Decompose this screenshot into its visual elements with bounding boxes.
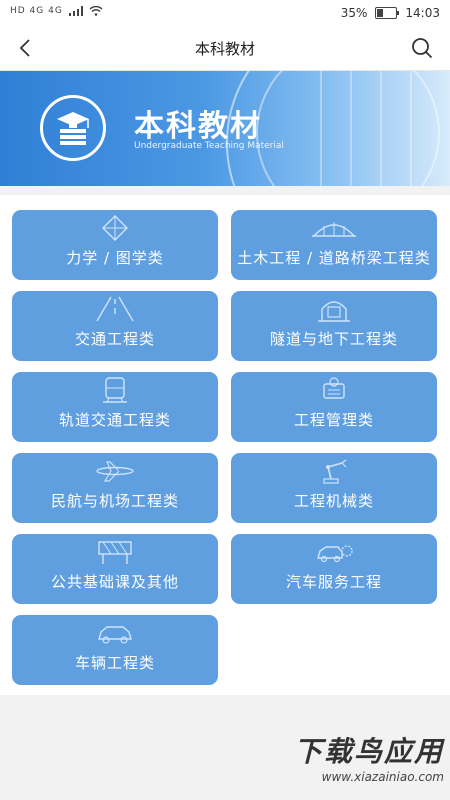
signal-indicators: HD 4G 4G — [10, 6, 103, 16]
category-tunnel-engineering[interactable]: 隧道与地下工程类 — [231, 291, 437, 361]
category-label: 土木工程 / 道路桥梁工程类 — [237, 249, 431, 267]
category-rail-transit[interactable]: 轨道交通工程类 — [12, 372, 218, 442]
signal-icon — [68, 6, 83, 16]
banner-decoration — [256, 71, 440, 186]
nav-bar: 本科教材 — [0, 26, 450, 71]
category-label: 工程管理类 — [293, 411, 374, 429]
fence-icon — [98, 541, 132, 564]
category-traffic-engineering[interactable]: 交通工程类 — [12, 291, 218, 361]
category-label: 工程机械类 — [293, 492, 374, 510]
category-grid: 力学 / 图学类 土木工程 / 道路桥梁工程类 交通工程类 隧道与地下工程类 轨… — [0, 195, 450, 695]
airplane-icon — [96, 461, 134, 482]
category-mechanics[interactable]: 力学 / 图学类 — [12, 210, 218, 280]
banner-decoration — [380, 71, 382, 186]
car-icon — [98, 626, 132, 644]
watermark: 下载鸟应用 www.xiazainiao.com — [264, 730, 444, 792]
category-label: 民航与机场工程类 — [50, 492, 179, 510]
signal-text: HD 4G 4G — [10, 6, 63, 16]
train-icon — [103, 377, 127, 403]
category-civil-aviation[interactable]: 民航与机场工程类 — [12, 453, 218, 523]
search-icon[interactable] — [410, 36, 434, 60]
management-icon — [323, 377, 345, 399]
road-icon — [96, 296, 134, 322]
category-label: 力学 / 图学类 — [66, 249, 164, 267]
category-label: 交通工程类 — [74, 330, 155, 348]
category-label: 汽车服务工程 — [285, 573, 382, 591]
geometry-icon — [102, 215, 128, 241]
status-right: 35% 14:03 — [341, 6, 440, 20]
banner-decoration — [320, 71, 322, 186]
category-civil-engineering[interactable]: 土木工程 / 道路桥梁工程类 — [231, 210, 437, 280]
banner-decoration — [410, 71, 412, 186]
category-label: 公共基础课及其他 — [50, 573, 179, 591]
category-construction-machinery[interactable]: 工程机械类 — [231, 453, 437, 523]
banner-title: 本科教材 — [134, 109, 262, 144]
book-graduation-icon — [40, 95, 106, 161]
clock: 14:03 — [405, 6, 440, 20]
category-vehicle-engineering[interactable]: 车辆工程类 — [12, 615, 218, 685]
category-public-foundation[interactable]: 公共基础课及其他 — [12, 534, 218, 604]
car-gear-icon — [317, 545, 353, 563]
watermark-text: 下载鸟应用 — [293, 735, 444, 768]
battery-percent: 35% — [340, 6, 368, 20]
category-label: 轨道交通工程类 — [58, 411, 171, 429]
banner: 本科教材 Undergraduate Teaching Material — [0, 71, 450, 186]
tunnel-icon — [318, 301, 350, 322]
category-engineering-management[interactable]: 工程管理类 — [231, 372, 437, 442]
battery-icon — [375, 7, 400, 19]
wifi-icon — [89, 6, 103, 16]
banner-subtitle: Undergraduate Teaching Material — [134, 141, 284, 151]
watermark-url: www.xiazainiao.com — [321, 770, 444, 784]
banner-decoration — [350, 71, 352, 186]
status-bar: HD 4G 4G 35% 14:03 — [0, 0, 450, 26]
bridge-icon — [312, 222, 356, 237]
category-label: 隧道与地下工程类 — [269, 330, 398, 348]
category-label: 车辆工程类 — [74, 654, 155, 672]
category-automotive-service[interactable]: 汽车服务工程 — [231, 534, 437, 604]
robot-arm-icon — [323, 459, 347, 484]
page-title: 本科教材 — [194, 40, 255, 58]
